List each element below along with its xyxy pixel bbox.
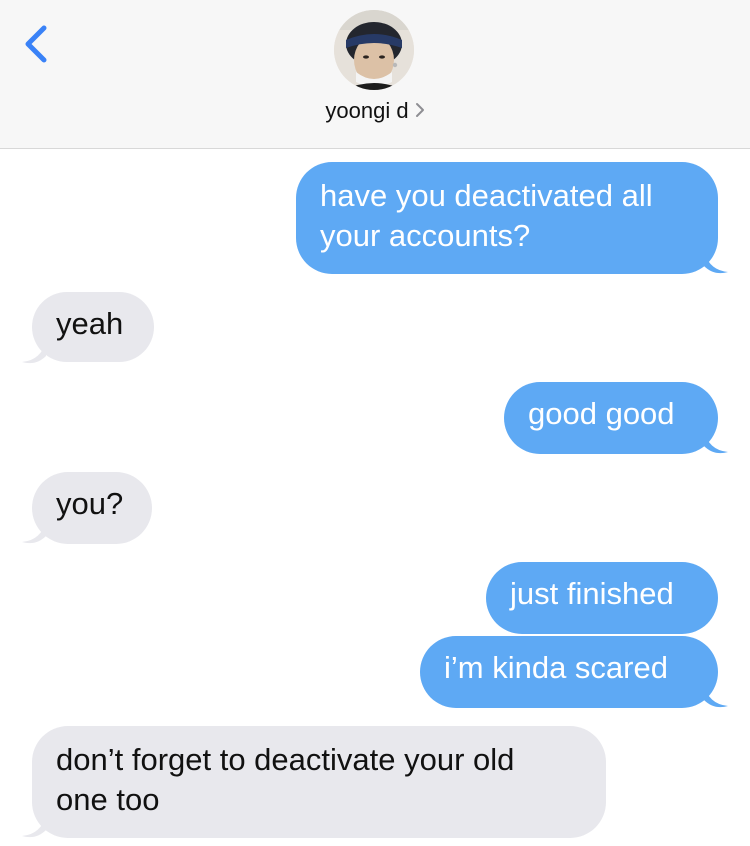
message-bubble-outgoing[interactable]: just finished bbox=[486, 562, 718, 634]
message-text: good good bbox=[528, 396, 675, 431]
message-text: i’m kinda scared bbox=[444, 650, 668, 685]
message-bubble-incoming[interactable]: don’t forget to deactivate your old one … bbox=[32, 726, 606, 838]
bubble-tail bbox=[704, 684, 728, 708]
message-text: just finished bbox=[510, 576, 674, 611]
message-bubble-incoming[interactable]: yeah bbox=[32, 292, 154, 362]
message-bubble-outgoing[interactable]: i’m kinda scared bbox=[420, 636, 718, 708]
message-text-line: have you deactivated all bbox=[320, 178, 653, 213]
message-text: you? bbox=[56, 486, 124, 521]
avatar-photo bbox=[334, 10, 414, 90]
bubble-tail bbox=[704, 250, 728, 274]
message-bubble-outgoing[interactable]: good good bbox=[504, 382, 718, 454]
bubble-tail bbox=[22, 340, 46, 364]
contact-avatar[interactable] bbox=[334, 10, 414, 90]
message-text-line: don’t forget to deactivate your old bbox=[56, 742, 515, 777]
bubble-tail bbox=[22, 814, 46, 838]
contact-name: yoongi d bbox=[325, 98, 409, 123]
back-button[interactable] bbox=[18, 22, 58, 66]
message-bubble-incoming[interactable]: you? bbox=[32, 472, 152, 544]
chevron-left-icon bbox=[25, 25, 47, 63]
chevron-right-icon bbox=[415, 98, 425, 124]
message-text-line: one too bbox=[56, 782, 160, 817]
message-bubble-outgoing[interactable]: have you deactivated all your accounts? bbox=[296, 162, 718, 274]
conversation-header: yoongi d bbox=[0, 0, 750, 149]
contact-name-button[interactable]: yoongi d bbox=[0, 98, 750, 124]
message-text: yeah bbox=[56, 306, 124, 341]
bubble-tail bbox=[704, 430, 728, 454]
message-text-line: your accounts? bbox=[320, 218, 531, 253]
bubble-tail bbox=[22, 520, 46, 544]
